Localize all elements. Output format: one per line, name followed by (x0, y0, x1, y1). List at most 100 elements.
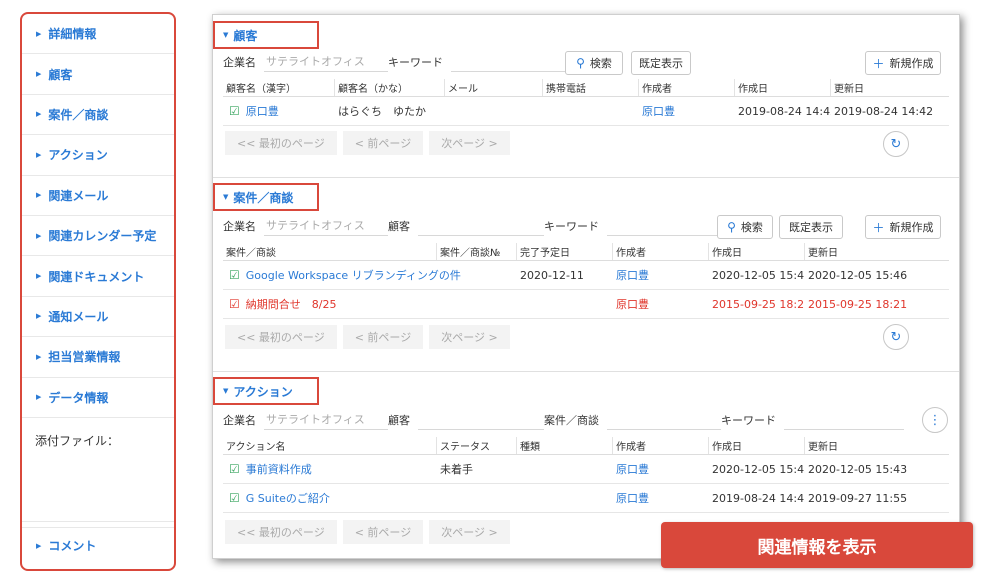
edit-icon[interactable]: ☑ (229, 297, 240, 311)
deals-new-button[interactable]: ＋ 新規作成 (865, 215, 941, 239)
column-header[interactable]: 作成日 (709, 437, 805, 454)
edit-icon[interactable]: ☑ (229, 268, 240, 282)
related-sidebar: ▶ 詳細情報 ▶ 顧客 ▶ 案件／商談 ▶ アクション ▶ 関連メール ▶ 関連カレンダー予… (20, 12, 176, 571)
column-header[interactable]: アクション名 (223, 437, 437, 454)
prev-page-button[interactable]: < 前ページ (342, 131, 424, 155)
sidebar-item-sales-rep[interactable]: ▶ 担当営業情報 (22, 337, 174, 378)
edit-icon[interactable]: ☑ (229, 462, 240, 476)
customer-input[interactable] (418, 410, 544, 430)
column-header[interactable]: 更新日 (805, 437, 949, 454)
column-header[interactable]: 作成者 (613, 243, 709, 260)
caret-down-icon: ▼ (223, 31, 229, 39)
company-input[interactable] (264, 52, 388, 72)
sidebar-item-details[interactable]: ▶ 詳細情報 (22, 14, 174, 55)
sidebar-item-label: アクション (48, 148, 108, 163)
column-header[interactable]: 作成日 (735, 79, 831, 96)
search-icon: ⚲ (727, 220, 736, 234)
created-date: 2015-09-25 18:21 (712, 297, 805, 311)
column-header[interactable]: 作成者 (613, 437, 709, 454)
updated-date: 2015-09-25 18:21 (808, 297, 908, 311)
column-header[interactable]: 顧客名（かな） (335, 79, 445, 96)
creator-link[interactable]: 原口豊 (639, 97, 735, 125)
prev-page-button[interactable]: < 前ページ (342, 325, 424, 349)
column-header[interactable]: 作成者 (639, 79, 735, 96)
keyword-input[interactable] (784, 410, 904, 430)
deal-name-link[interactable]: Google Workspace リブランディングの件 (246, 267, 461, 283)
created-date: 2020-12-05 15:41 (712, 268, 805, 282)
customer-default-view-button[interactable]: 既定表示 (631, 51, 691, 75)
sidebar-item-label: データ情報 (48, 390, 109, 405)
column-header[interactable]: 顧客名（漢字） (223, 79, 335, 96)
prev-page-button[interactable]: < 前ページ (342, 520, 424, 544)
creator-link[interactable]: 原口豊 (613, 484, 709, 512)
sidebar-item-deals[interactable]: ▶ 案件／商談 (22, 95, 174, 136)
deals-default-view-button[interactable]: 既定表示 (779, 215, 843, 239)
column-header[interactable]: 完了予定日 (517, 243, 613, 260)
column-header[interactable]: 種類 (517, 437, 613, 454)
creator-link[interactable]: 原口豊 (613, 455, 709, 483)
next-page-button[interactable]: 次ページ > (429, 131, 510, 155)
column-header[interactable]: 案件／商談 (223, 243, 437, 260)
sidebar-item-related-documents[interactable]: ▶ 関連ドキュメント (22, 256, 174, 297)
customer-search-button[interactable]: ⚲ 検索 (565, 51, 623, 75)
show-related-info-button[interactable]: 関連情報を表示 (661, 522, 973, 568)
table-row[interactable]: ☑ Google Workspace リブランディングの件 2020-12-11 … (223, 261, 949, 290)
refresh-icon[interactable]: ↻ (883, 324, 909, 350)
company-input[interactable] (264, 216, 388, 236)
first-page-button[interactable]: << 最初のページ (225, 131, 337, 155)
customer-input[interactable] (418, 216, 544, 236)
column-header[interactable]: メール (445, 79, 543, 96)
table-row[interactable]: ☑ 事前資料作成 未着手 原口豊 2020-12-05 15:43 2020-12… (223, 455, 949, 484)
table-row[interactable]: ☑ 原口豊 はらぐち ゆたか 原口豊 2019-08-24 14:42 2019-… (223, 97, 949, 126)
action-name-link[interactable]: 事前資料作成 (246, 461, 312, 477)
company-label: 企業名 (223, 220, 256, 233)
action-kind (517, 455, 613, 483)
caret-right-icon: ▶ (36, 312, 42, 321)
edit-icon[interactable]: ☑ (229, 104, 240, 118)
next-page-button[interactable]: 次ページ > (429, 520, 510, 544)
sidebar-item-label: 関連メール (48, 188, 109, 203)
keyword-input[interactable] (451, 52, 571, 72)
sidebar-item-label: 案件／商談 (48, 107, 109, 122)
keyword-input[interactable] (607, 216, 725, 236)
keyword-label: キーワード (388, 56, 443, 69)
more-options-icon[interactable]: ⋮ (922, 407, 948, 433)
deal-input[interactable] (607, 410, 721, 430)
sidebar-item-related-calendar[interactable]: ▶ 関連カレンダー予定 (22, 216, 174, 257)
column-header[interactable]: 案件／商談№ (437, 243, 517, 260)
deal-name-link[interactable]: 納期問合せ 8/25 (246, 296, 337, 312)
deals-section-header[interactable]: ▼ 案件／商談 (213, 183, 319, 211)
updated-date: 2020-12-05 15:43 (808, 462, 908, 476)
customer-section-header[interactable]: ▼ 顧客 (213, 21, 319, 49)
sidebar-item-label: 担当営業情報 (48, 350, 121, 365)
customer-new-button[interactable]: ＋ 新規作成 (865, 51, 941, 75)
first-page-button[interactable]: << 最初のページ (225, 520, 337, 544)
column-header[interactable]: 更新日 (805, 243, 949, 260)
creator-link[interactable]: 原口豊 (613, 290, 709, 318)
sidebar-item-data-info[interactable]: ▶ データ情報 (22, 378, 174, 418)
refresh-icon[interactable]: ↻ (883, 131, 909, 157)
column-header[interactable]: 作成日 (709, 243, 805, 260)
sidebar-item-related-mail[interactable]: ▶ 関連メール (22, 176, 174, 216)
column-header[interactable]: 更新日 (831, 79, 949, 96)
updated-date: 2020-12-05 15:46 (808, 268, 908, 282)
sidebar-item-actions[interactable]: ▶ アクション (22, 135, 174, 176)
due-date: 2020-12-11 (520, 268, 584, 282)
actions-section-header[interactable]: ▼ アクション (213, 377, 319, 405)
column-header[interactable]: 携帯電話 (543, 79, 639, 96)
next-page-button[interactable]: 次ページ > (429, 325, 510, 349)
caret-right-icon: ▶ (36, 393, 42, 402)
table-row[interactable]: ☑ G Suiteのご紹介 原口豊 2019-08-24 14:45 2019-0… (223, 484, 949, 513)
action-name-link[interactable]: G Suiteのご紹介 (246, 490, 330, 506)
sidebar-item-notification-mail[interactable]: ▶ 通知メール (22, 297, 174, 338)
creator-link[interactable]: 原口豊 (613, 261, 709, 289)
customer-name-link[interactable]: 原口豊 (246, 103, 279, 119)
edit-icon[interactable]: ☑ (229, 491, 240, 505)
first-page-button[interactable]: << 最初のページ (225, 325, 337, 349)
table-row[interactable]: ☑ 納期問合せ 8/25 原口豊 2015-09-25 18:21 2015-09… (223, 290, 949, 319)
company-input[interactable] (264, 410, 388, 430)
deals-search-button[interactable]: ⚲ 検索 (717, 215, 773, 239)
sidebar-item-customer[interactable]: ▶ 顧客 (22, 54, 174, 95)
sidebar-item-comment[interactable]: ▶ コメント (22, 521, 174, 569)
column-header[interactable]: ステータス (437, 437, 517, 454)
